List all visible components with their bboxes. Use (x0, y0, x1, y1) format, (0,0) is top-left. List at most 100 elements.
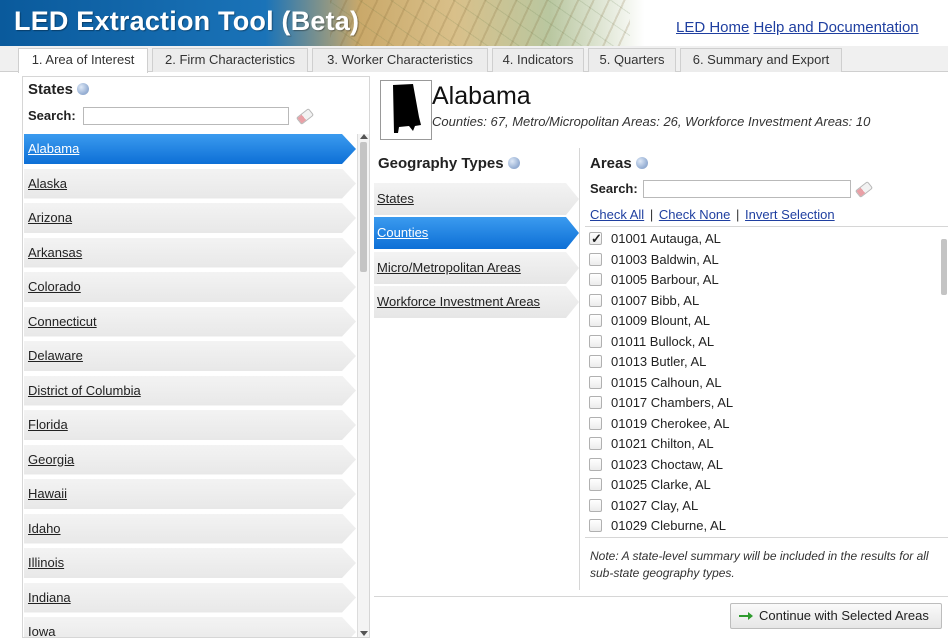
state-item-hawaii[interactable]: Hawaii (24, 479, 356, 509)
state-item-iowa[interactable]: Iowa (24, 617, 356, 637)
areas-list: ✓ 01001 Autauga, AL 01003 Baldwin, AL 010… (585, 226, 948, 538)
areas-actions: Check All | Check None | Invert Selectio… (590, 207, 835, 222)
tab-indicators[interactable]: 4. Indicators (492, 48, 584, 72)
area-label: 01029 Cleburne, AL (611, 518, 726, 533)
states-title-text: States (28, 81, 74, 98)
area-label: 01019 Cherokee, AL (611, 415, 730, 431)
geography-types-title: Geography Types (378, 155, 520, 172)
area-label: 01009 Blount, AL (611, 313, 711, 328)
area-label: 01021 Chilton, AL (611, 436, 714, 451)
tab-worker-characteristics[interactable]: 3. Worker Characteristics (312, 48, 488, 72)
area-checkbox[interactable] (589, 416, 602, 430)
check-all-link[interactable]: Check All (590, 207, 644, 222)
geography-types-title-text: Geography Types (378, 155, 504, 172)
area-label: 01017 Chambers, AL (611, 395, 734, 410)
footer-bar: Continue with Selected Areas (374, 596, 948, 639)
states-panel: States Search: Alabama Alaska Arizona Ar… (22, 76, 370, 638)
state-header: Alabama Counties: 67, Metro/Micropolitan… (374, 76, 948, 144)
state-item-colorado[interactable]: Colorado (24, 272, 356, 302)
check-none-link[interactable]: Check None (659, 207, 731, 222)
states-scrollbar[interactable] (357, 134, 369, 637)
states-scroll-thumb[interactable] (360, 142, 367, 272)
actions-separator: | (736, 207, 740, 222)
state-item-florida[interactable]: Florida (24, 410, 356, 440)
arrow-right-icon (739, 612, 753, 620)
app-header: LED Extraction Tool (Beta) LED Home Help… (0, 0, 948, 46)
state-item-delaware[interactable]: Delaware (24, 341, 356, 371)
area-label: 01003 Baldwin, AL (611, 251, 719, 267)
geo-type-workforce-investment[interactable]: Workforce Investment Areas (374, 286, 579, 318)
header-links: LED Home Help and Documentation (676, 19, 919, 36)
area-checkbox[interactable] (589, 519, 602, 532)
area-checkbox[interactable] (589, 396, 602, 409)
eraser-icon[interactable] (854, 181, 874, 198)
actions-separator: | (649, 207, 654, 222)
area-label: 01013 Butler, AL (611, 354, 707, 369)
tab-area-of-interest[interactable]: 1. Area of Interest (18, 48, 148, 73)
state-item-arizona[interactable]: Arizona (24, 203, 356, 233)
area-checkbox[interactable] (589, 498, 602, 512)
state-item-illinois[interactable]: Illinois (24, 548, 356, 578)
area-checkbox[interactable] (589, 293, 602, 307)
alabama-shape-graphic (393, 84, 421, 133)
areas-search-label: Search: (590, 181, 638, 196)
area-checkbox[interactable] (589, 375, 602, 389)
area-label: 01015 Calhoun, AL (611, 374, 722, 390)
state-item-indiana[interactable]: Indiana (24, 582, 356, 613)
continue-button-label: Continue with Selected Areas (759, 608, 929, 623)
area-checkbox[interactable] (589, 457, 602, 471)
area-checkbox[interactable] (589, 355, 602, 368)
areas-search-input[interactable] (643, 180, 851, 198)
area-checkbox[interactable] (589, 252, 602, 266)
area-checkbox[interactable] (589, 273, 602, 286)
areas-title-text: Areas (590, 155, 632, 172)
states-search-label: Search: (28, 108, 76, 123)
area-label: 01005 Barbour, AL (611, 272, 719, 287)
area-label: 01023 Choctaw, AL (611, 456, 724, 472)
app-title: LED Extraction Tool (Beta) (14, 6, 360, 36)
help-icon[interactable] (77, 83, 90, 96)
state-item-alabama[interactable]: Alabama (24, 134, 356, 164)
area-label: 01011 Bullock, AL (611, 333, 715, 349)
area-label: 01001 Autauga, AL (611, 231, 721, 246)
help-icon[interactable] (635, 157, 648, 170)
tab-summary-export[interactable]: 6. Summary and Export (680, 48, 842, 72)
state-item-district-of-columbia[interactable]: District of Columbia (24, 375, 356, 406)
areas-scroll-thumb[interactable] (941, 239, 947, 295)
geo-type-micro-metro[interactable]: Micro/Metropolitan Areas (374, 252, 579, 284)
tab-bar: 1. Area of Interest 2. Firm Characterist… (0, 46, 948, 73)
state-item-idaho[interactable]: Idaho (24, 513, 356, 544)
area-checkbox[interactable] (589, 314, 602, 327)
area-checkbox[interactable]: ✓ (589, 231, 602, 246)
area-label: 01007 Bibb, AL (611, 292, 700, 308)
area-checkbox[interactable] (589, 334, 602, 348)
invert-selection-link[interactable]: Invert Selection (745, 207, 835, 222)
help-icon[interactable] (507, 157, 520, 170)
led-home-link[interactable]: LED Home (676, 19, 749, 36)
continue-button[interactable]: Continue with Selected Areas (730, 603, 942, 629)
scroll-up-icon[interactable] (360, 134, 368, 139)
area-checkbox[interactable] (589, 437, 602, 450)
geo-type-counties[interactable]: Counties (374, 217, 579, 249)
header-map-decoration (330, 0, 630, 46)
states-title: States (28, 81, 90, 98)
areas-scrollbar[interactable] (941, 229, 948, 537)
checkmark-icon: ✓ (591, 231, 602, 246)
state-item-connecticut[interactable]: Connecticut (24, 306, 356, 337)
help-documentation-link[interactable]: Help and Documentation (754, 19, 919, 36)
state-item-alaska[interactable]: Alaska (24, 168, 356, 199)
eraser-icon[interactable] (295, 108, 315, 125)
state-name: Alabama (432, 82, 531, 110)
tab-firm-characteristics[interactable]: 2. Firm Characteristics (152, 48, 308, 72)
area-checkbox[interactable] (589, 478, 602, 491)
state-item-georgia[interactable]: Georgia (24, 444, 356, 475)
scroll-down-icon[interactable] (360, 631, 368, 636)
tab-quarters[interactable]: 5. Quarters (588, 48, 676, 72)
alabama-shape-icon (380, 80, 432, 140)
geo-type-states[interactable]: States (374, 183, 579, 215)
state-summary-note: Note: A state-level summary will be incl… (590, 549, 929, 580)
states-search-input[interactable] (83, 107, 289, 125)
geography-types-panel: Geography Types States Counties Micro/Me… (374, 148, 580, 590)
state-item-arkansas[interactable]: Arkansas (24, 237, 356, 268)
state-stats: Counties: 67, Metro/Micropolitan Areas: … (432, 114, 871, 129)
